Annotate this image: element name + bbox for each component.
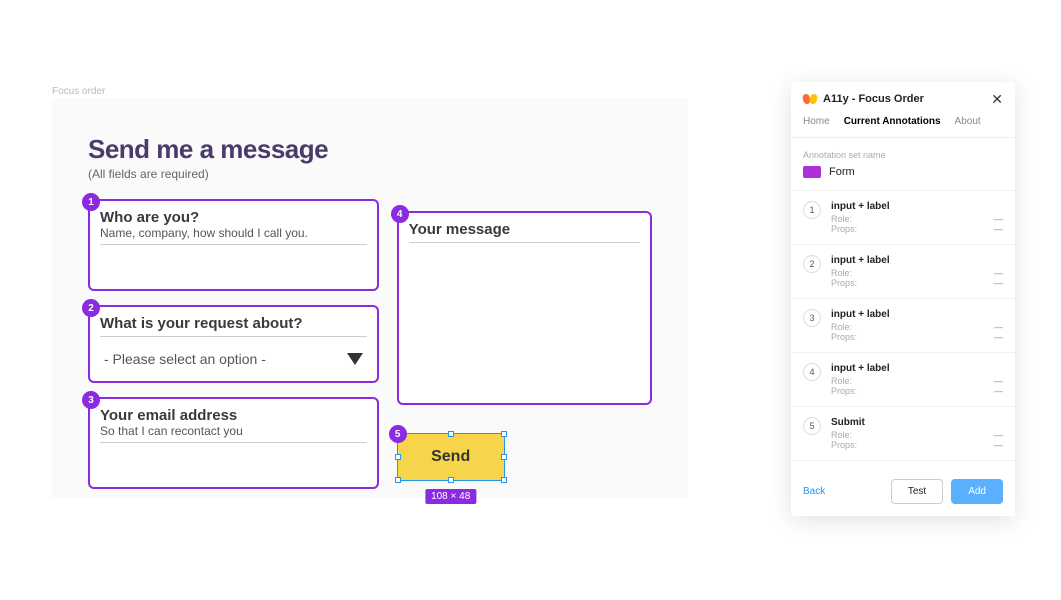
- field-email[interactable]: 3 Your email address So that I can recon…: [88, 397, 379, 489]
- selection-handle[interactable]: [395, 454, 401, 460]
- plugin-panel: A11y - Focus Order ✕ Home Current Annota…: [791, 82, 1015, 516]
- frame-label: Focus order: [52, 86, 105, 97]
- send-button-selection[interactable]: 5 Send 108 × 48: [397, 433, 505, 481]
- annotation-list: 1input + labelRole:—Props:—2input + labe…: [791, 191, 1015, 461]
- plugin-logo-icon: [803, 92, 817, 106]
- back-link[interactable]: Back: [803, 486, 825, 497]
- annotation-item[interactable]: 5 Submit Role:—Props:—: [791, 407, 1015, 461]
- annotation-props: Props:—: [831, 224, 1003, 234]
- annotation-item[interactable]: 3 input + label Role:—Props:—: [791, 299, 1015, 353]
- focus-badge-3: 3: [82, 391, 100, 409]
- design-canvas: Send me a message (All fields are requir…: [52, 98, 688, 498]
- focus-badge-1: 1: [82, 193, 100, 211]
- annotation-role: Role:—: [831, 376, 1003, 386]
- annotation-set-row[interactable]: Form: [791, 166, 1015, 191]
- form-subtitle: (All fields are required): [88, 167, 652, 181]
- field-label: Your message: [409, 221, 640, 243]
- panel-header: A11y - Focus Order ✕: [791, 82, 1015, 116]
- tab-home[interactable]: Home: [803, 116, 830, 127]
- annotation-role: Role:—: [831, 430, 1003, 440]
- select-text: - Please select an option -: [104, 351, 266, 367]
- annotation-number: 4: [803, 363, 821, 381]
- field-who-are-you[interactable]: 1 Who are you? Name, company, how should…: [88, 199, 379, 291]
- annotation-number: 1: [803, 201, 821, 219]
- annotation-label: input + label: [831, 255, 1003, 266]
- field-request-about[interactable]: 2 What is your request about? - Please s…: [88, 305, 379, 383]
- select-placeholder[interactable]: - Please select an option -: [100, 347, 367, 371]
- panel-tabs: Home Current Annotations About: [791, 116, 1015, 138]
- add-button[interactable]: Add: [951, 479, 1003, 504]
- field-description: Name, company, how should I call you.: [100, 226, 367, 245]
- panel-footer: Back Test Add: [791, 467, 1015, 516]
- annotation-number: 3: [803, 309, 821, 327]
- field-label: What is your request about?: [100, 315, 367, 337]
- tab-current-annotations[interactable]: Current Annotations: [844, 116, 941, 127]
- annotation-role: Role:—: [831, 268, 1003, 278]
- selection-handle[interactable]: [395, 477, 401, 483]
- annotation-label: input + label: [831, 201, 1003, 212]
- annotation-props: Props:—: [831, 440, 1003, 450]
- selection-handle[interactable]: [501, 477, 507, 483]
- field-label: Who are you?: [100, 209, 367, 226]
- focus-badge-4: 4: [391, 205, 409, 223]
- test-button[interactable]: Test: [891, 479, 943, 504]
- selection-handle[interactable]: [501, 454, 507, 460]
- annotation-role: Role:—: [831, 214, 1003, 224]
- focus-badge-5: 5: [389, 425, 407, 443]
- field-message[interactable]: 4 Your message: [397, 211, 652, 405]
- selection-handle[interactable]: [501, 431, 507, 437]
- annotation-props: Props:—: [831, 332, 1003, 342]
- annotation-item[interactable]: 1 input + label Role:—Props:—: [791, 191, 1015, 245]
- send-button[interactable]: Send: [397, 433, 505, 481]
- set-name: Form: [829, 166, 855, 178]
- selection-handle[interactable]: [448, 477, 454, 483]
- panel-title: A11y - Focus Order: [823, 93, 924, 105]
- annotation-item[interactable]: 4 input + label Role:—Props:—: [791, 353, 1015, 407]
- annotation-props: Props:—: [831, 386, 1003, 396]
- field-label: Your email address: [100, 407, 367, 424]
- send-button-label: Send: [431, 448, 470, 466]
- set-name-label: Annotation set name: [791, 138, 1015, 166]
- set-color-swatch: [803, 166, 821, 178]
- annotation-item[interactable]: 2 input + label Role:—Props:—: [791, 245, 1015, 299]
- focus-badge-2: 2: [82, 299, 100, 317]
- annotation-number: 5: [803, 417, 821, 435]
- form-title: Send me a message: [88, 134, 652, 165]
- close-icon[interactable]: ✕: [991, 92, 1003, 106]
- selection-handle[interactable]: [448, 431, 454, 437]
- annotation-props: Props:—: [831, 278, 1003, 288]
- tab-about[interactable]: About: [955, 116, 981, 127]
- annotation-number: 2: [803, 255, 821, 273]
- field-description: So that I can recontact you: [100, 424, 367, 443]
- annotation-role: Role:—: [831, 322, 1003, 332]
- annotation-label: input + label: [831, 363, 1003, 374]
- chevron-down-icon: [347, 353, 363, 365]
- dimension-label: 108 × 48: [425, 489, 476, 504]
- annotation-label: Submit: [831, 417, 1003, 428]
- annotation-label: input + label: [831, 309, 1003, 320]
